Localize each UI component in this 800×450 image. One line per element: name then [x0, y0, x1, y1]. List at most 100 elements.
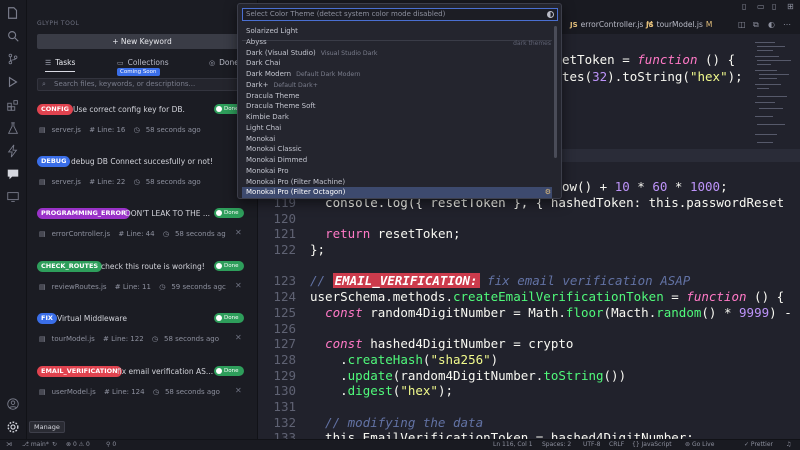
remote-icon[interactable]	[5, 190, 21, 206]
theme-option[interactable]: Dark Chai	[242, 58, 552, 69]
theme-option[interactable]: Dark+ Default Dark+	[242, 80, 552, 91]
go-live-button[interactable]: ⊚ Go Live	[685, 440, 714, 450]
customize-layout-icon[interactable]: ⊞	[787, 3, 795, 11]
code-line[interactable]: 124 userSchema.methods.createEmailVerific…	[258, 289, 800, 305]
run-debug-icon[interactable]	[5, 75, 21, 91]
task-item[interactable]: DEBUG debug DB Connect succesfully or no…	[37, 156, 257, 201]
extensions-icon[interactable]	[5, 98, 21, 114]
gear-icon[interactable]: ⚙	[545, 188, 551, 196]
theme-option[interactable]: Dracula Theme	[242, 91, 552, 102]
more-actions-icon[interactable]: ⋯	[783, 21, 791, 29]
explorer-icon[interactable]	[5, 6, 21, 22]
tab-done[interactable]: ◎ Done	[209, 56, 239, 72]
theme-option[interactable]: Dracula Theme Soft	[242, 101, 552, 112]
cursor-position[interactable]: Ln 116, Col 1	[493, 440, 533, 450]
editor-tab-errorcontroller[interactable]: JS errorController.js M	[570, 16, 653, 34]
task-item[interactable]: PROGRAMMING_ERROR DON'T LEAK TO THE ... …	[37, 208, 257, 253]
code-line[interactable]: 120	[258, 211, 800, 227]
sync-icon[interactable]: ↻	[52, 440, 57, 450]
theme-option[interactable]: Monokai	[242, 134, 552, 145]
task-meta: ▤ tourModel.js # Line: 122 ◷ 58 seconds ag…	[39, 335, 220, 343]
done-toggle[interactable]: Done	[214, 208, 244, 218]
task-title: debug DB Connect succesfully or not!	[71, 157, 213, 166]
source-control-icon[interactable]	[5, 52, 21, 68]
code-line[interactable]: 128 .createHash("sha256")	[258, 352, 800, 368]
remote-status-icon[interactable]: ⋊	[6, 440, 12, 450]
theme-option-selected[interactable]: Monokai Pro (Filter Octagon)	[242, 187, 552, 198]
theme-option[interactable]: Kimbie Dark	[242, 112, 552, 123]
close-icon[interactable]: ✕	[235, 386, 242, 395]
task-item[interactable]: CONFIG Use correct config key for DB. Do…	[37, 104, 257, 149]
theme-option[interactable]: Monokai Pro (Filter Machine)	[242, 177, 552, 188]
code-line[interactable]: 131	[258, 399, 800, 415]
picker-scrollbar[interactable]	[554, 26, 557, 158]
theme-option[interactable]: Dark (Visual Studio) Visual Studio Dark	[242, 48, 552, 59]
app-window: GLYPH TOOL + New Keyword ☰ Tasks ▭ Collect…	[0, 0, 800, 450]
theme-option[interactable]: Monokai Pro	[242, 166, 552, 177]
lightning-icon[interactable]	[5, 144, 21, 160]
notifications-icon[interactable]: ♫	[786, 440, 791, 450]
tab-tasks[interactable]: ☰ Tasks	[45, 56, 76, 72]
prettier-status[interactable]: ✓ Prettier	[744, 440, 773, 450]
close-icon[interactable]: ✕	[235, 228, 242, 237]
split-editor-icon[interactable]: ◫	[738, 21, 746, 29]
close-icon[interactable]: ✕	[235, 281, 242, 290]
layout-panel-icon[interactable]: ▭	[757, 3, 765, 11]
language-mode[interactable]: {} JavaScript	[632, 440, 672, 450]
theme-option[interactable]: Monokai Classic	[242, 144, 552, 155]
gear-icon[interactable]	[5, 420, 21, 436]
clock-icon: ◷	[133, 178, 140, 186]
activity-bar	[0, 0, 27, 439]
code-line[interactable]: 129 .update(random4DigitNumber.toString(…	[258, 368, 800, 384]
code-line[interactable]: 133 this.EmailVerificationToken = hashed…	[258, 430, 800, 439]
theme-option[interactable]: Dark Modern Default Dark Modern	[242, 69, 552, 80]
file-icon: ▤	[39, 126, 46, 134]
branch-status[interactable]: ⎇ main*	[22, 440, 49, 450]
theme-option[interactable]: Solarized Light	[242, 26, 552, 37]
encoding[interactable]: UTF-8	[583, 440, 601, 450]
code-line[interactable]: 132 // modifying the data	[258, 415, 800, 431]
glyph-keyword-highlight: EMAIL_VERIFICATION:	[332, 273, 480, 288]
theme-search-input[interactable]: Select Color Theme (detect system color …	[242, 8, 558, 21]
toggle-icon[interactable]: ◐	[768, 21, 776, 29]
layout-sidebar-icon[interactable]: ▯	[742, 3, 750, 11]
chat-bubble-icon[interactable]	[5, 167, 21, 183]
theme-option[interactable]: Abyss	[242, 37, 552, 48]
task-item[interactable]: FIX Virtual Middleware Done ▤ tourModel.j…	[37, 313, 257, 358]
search-icon[interactable]	[5, 29, 21, 45]
new-keyword-button[interactable]: + New Keyword	[37, 34, 247, 49]
code-line[interactable]: 127 const hashed4DigitNumber = crypto	[258, 336, 800, 352]
testing-icon[interactable]	[5, 121, 21, 137]
task-item[interactable]: CHECK_ROUTES check this route is working…	[37, 261, 257, 306]
code-line[interactable]: 126	[258, 321, 800, 337]
close-icon[interactable]: ✕	[235, 333, 242, 342]
code-line[interactable]: 125 const random4DigitNumber = Math.floo…	[258, 305, 800, 321]
code-line[interactable]: 121 return resetToken;	[258, 226, 800, 242]
layout-secondary-icon[interactable]: ▯	[772, 3, 780, 11]
line-ending[interactable]: CRLF	[609, 440, 624, 450]
task-tag: PROGRAMMING_ERROR	[37, 208, 131, 219]
done-toggle[interactable]: Done	[214, 366, 244, 376]
ports-status[interactable]: ⚲ 0	[106, 440, 116, 450]
problems-status[interactable]: ⊗ 0 ⚠ 0	[66, 440, 90, 450]
code-line[interactable]: 123// EMAIL_VERIFICATION: fix email veri…	[258, 273, 800, 289]
task-title: Virtual Middleware	[57, 314, 127, 323]
collections-icon: ▭	[117, 59, 124, 67]
done-toggle[interactable]: Done	[214, 313, 244, 323]
indentation[interactable]: Spaces: 2	[542, 440, 571, 450]
theme-option[interactable]: Monokai Dimmed	[242, 155, 552, 166]
editor-tab-tourmodel[interactable]: JS tourModel.js M	[646, 16, 712, 34]
editor-action-icon[interactable]: ⧉	[753, 21, 761, 29]
task-title: DON'T LEAK TO THE ...	[125, 209, 211, 218]
search-input[interactable]: ⌕ Search files, keywords, or description…	[37, 78, 247, 91]
account-icon[interactable]	[5, 397, 21, 413]
code-line[interactable]: 130 .digest("hex");	[258, 383, 800, 399]
panel-title: GLYPH TOOL	[37, 20, 80, 27]
done-icon: ◎	[209, 59, 216, 67]
done-toggle[interactable]: Done	[214, 261, 244, 271]
color-mode-icon[interactable]	[547, 11, 554, 18]
code-line[interactable]: 122};	[258, 242, 800, 258]
theme-option[interactable]: Light Chai	[242, 123, 552, 134]
clock-icon: ◷	[133, 126, 140, 134]
task-item[interactable]: EMAIL_VERIFICATION fix email verificatio…	[37, 366, 257, 411]
